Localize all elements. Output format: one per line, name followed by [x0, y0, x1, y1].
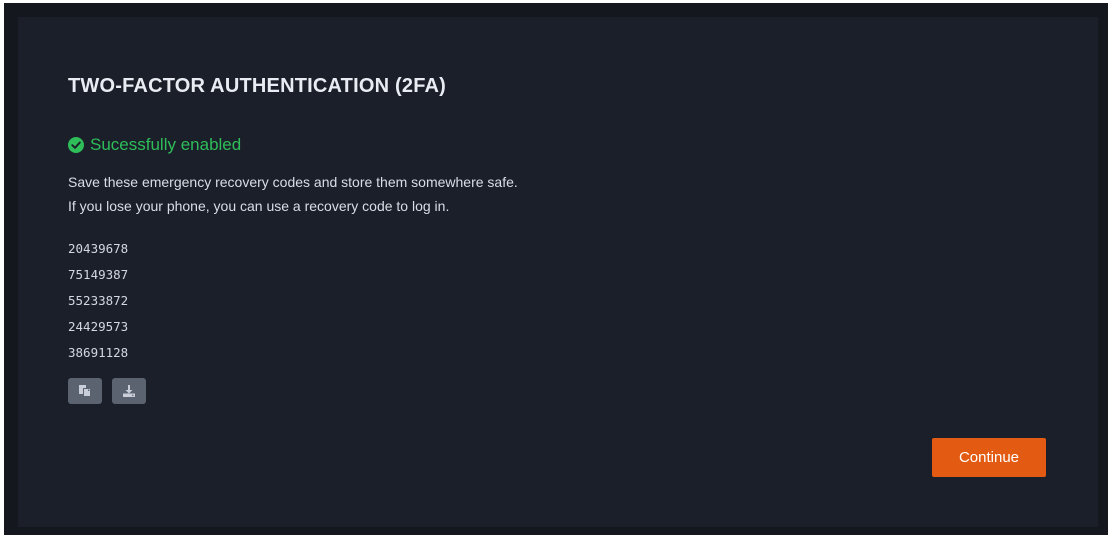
copy-codes-button[interactable] — [68, 378, 102, 404]
success-message: Sucessfully enabled — [68, 135, 241, 155]
recovery-codes-list: 20439678 75149387 55233872 24429573 3869… — [68, 236, 128, 366]
description-line: Save these emergency recovery codes and … — [68, 174, 518, 190]
two-factor-card: TWO-FACTOR AUTHENTICATION (2FA) Sucessfu… — [18, 17, 1098, 527]
continue-button[interactable]: Continue — [932, 438, 1046, 477]
page-background: TWO-FACTOR AUTHENTICATION (2FA) Sucessfu… — [4, 3, 1108, 535]
recovery-code: 55233872 — [68, 293, 129, 308]
recovery-code: 24429573 — [68, 319, 129, 334]
download-icon — [123, 385, 135, 397]
description: Save these emergency recovery codes and … — [68, 170, 518, 218]
recovery-code: 75149387 — [68, 267, 129, 282]
description-line: If you lose your phone, you can use a re… — [68, 198, 450, 214]
copy-icon — [79, 385, 91, 397]
recovery-code: 20439678 — [68, 241, 129, 256]
recovery-code: 38691128 — [68, 345, 129, 360]
check-circle-icon — [68, 137, 84, 153]
download-codes-button[interactable] — [112, 378, 146, 404]
success-text: Sucessfully enabled — [90, 135, 242, 154]
page-title: TWO-FACTOR AUTHENTICATION (2FA) — [68, 75, 447, 97]
